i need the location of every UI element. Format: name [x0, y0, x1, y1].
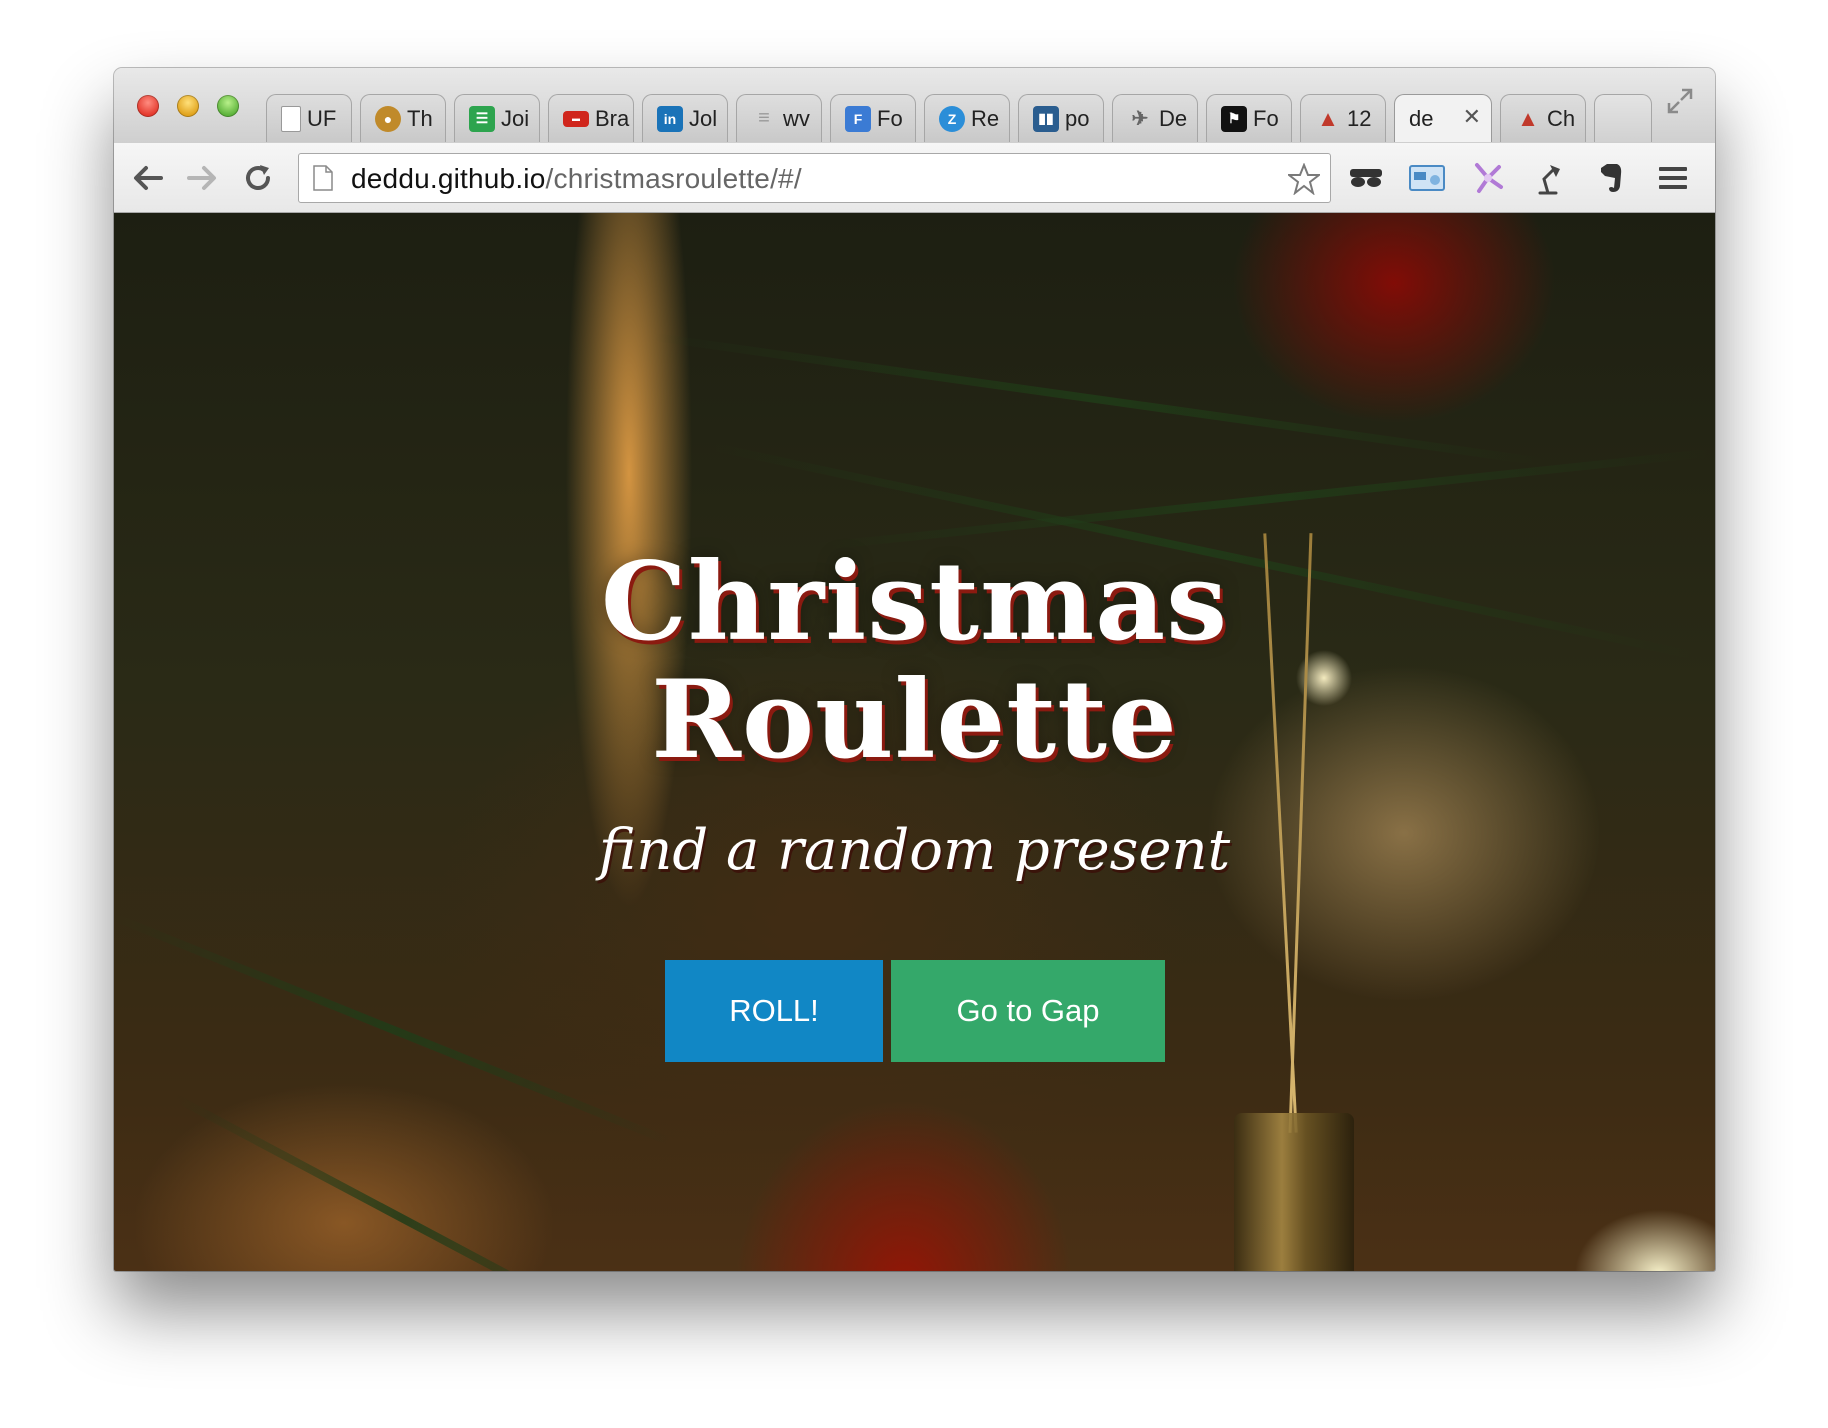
bird-icon: ✈	[1131, 108, 1149, 130]
bookmark-star-icon[interactable]	[1288, 163, 1320, 195]
flower-extension[interactable]	[1469, 160, 1507, 196]
hat-icon: ▲	[1517, 105, 1539, 131]
close-tab-icon[interactable]: ✕	[1463, 104, 1481, 130]
tab-label: po	[1065, 105, 1090, 131]
tab-10[interactable]: ⚑ Fo	[1206, 94, 1292, 142]
page-icon	[313, 165, 333, 191]
arrow-left-icon	[134, 166, 163, 190]
tab-11[interactable]: ▲ 12	[1300, 94, 1386, 142]
flower-icon	[1475, 163, 1503, 193]
back-button[interactable]	[128, 158, 168, 198]
title-line-2: Roulette	[651, 657, 1178, 783]
tab-1[interactable]: ● Th	[360, 94, 446, 142]
fullscreen-icon[interactable]	[1665, 86, 1695, 116]
tab-8[interactable]: ▮▮ po	[1018, 94, 1104, 142]
url-host: deddu.github.io	[351, 163, 546, 194]
tab-4[interactable]: in Jol	[642, 94, 728, 142]
tab-label: De	[1159, 105, 1188, 131]
arrow-right-icon	[187, 166, 216, 190]
roll-button[interactable]: ROLL!	[665, 960, 883, 1062]
url-text[interactable]: deddu.github.io/christmasroulette/#/	[351, 163, 802, 195]
brand-icon: ▬	[563, 110, 589, 127]
address-bar[interactable]: deddu.github.io/christmasroulette/#/	[298, 153, 1331, 203]
zoom-window-button[interactable]	[217, 95, 239, 117]
go-to-gap-button[interactable]: Go to Gap	[891, 960, 1165, 1062]
tab-strip: UF ● Th ☰ Joi ▬ Bra in Jol ≡ wv F Fo Z R…	[114, 68, 1715, 143]
page-viewport: Christmas Roulette find a random present…	[114, 213, 1715, 1271]
close-window-button[interactable]	[137, 95, 159, 117]
linkedin-icon: in	[657, 105, 683, 132]
screenshot-extension[interactable]	[1408, 160, 1446, 196]
evernote-extension[interactable]	[1591, 160, 1629, 196]
tab-label: Re	[971, 105, 1000, 131]
screenshot-icon	[1409, 165, 1445, 191]
minimize-window-button[interactable]	[177, 95, 199, 117]
monkey-icon: ●	[375, 105, 401, 132]
document-icon	[281, 105, 301, 132]
tab-label: UF	[307, 105, 337, 131]
flag-icon: ⚑	[1221, 105, 1247, 132]
lamp-icon	[1538, 165, 1560, 195]
reload-icon	[246, 165, 270, 190]
incognito-mask-extension[interactable]	[1347, 160, 1385, 196]
tab-13[interactable]: ▲ Ch	[1500, 94, 1586, 142]
page-title: Christmas Roulette	[114, 543, 1715, 779]
tab-label: Joi	[501, 105, 530, 131]
z-icon: Z	[939, 105, 965, 132]
tab-label: Bra	[595, 105, 630, 131]
reload-button[interactable]	[238, 158, 278, 198]
browser-window: UF ● Th ☰ Joi ▬ Bra in Jol ≡ wv F Fo Z R…	[114, 68, 1715, 1271]
tab-label: Ch	[1547, 105, 1576, 131]
tab-label: 12	[1347, 105, 1372, 131]
tab-list: UF ● Th ☰ Joi ▬ Bra in Jol ≡ wv F Fo Z R…	[266, 94, 1660, 144]
mask-icon	[1350, 169, 1382, 187]
text-icon: ≡	[758, 107, 770, 129]
tab-0[interactable]: UF	[266, 94, 352, 142]
trello-icon: ▮▮	[1033, 105, 1059, 132]
tab-active[interactable]: de ✕	[1394, 94, 1492, 142]
tab-5[interactable]: ≡ wv	[736, 94, 822, 142]
hat-icon: ▲	[1317, 105, 1339, 131]
forward-button[interactable]	[182, 158, 222, 198]
tab-label: Jol	[689, 105, 718, 131]
menu-button[interactable]	[1654, 160, 1692, 196]
elephant-icon	[1601, 164, 1622, 192]
tab-label: wv	[783, 105, 810, 131]
hero-section: Christmas Roulette find a random present…	[114, 213, 1715, 1271]
tab-label: Fo	[1253, 105, 1279, 131]
tab-9[interactable]: ✈ De	[1112, 94, 1198, 142]
tab-label: de	[1409, 105, 1434, 131]
lamp-extension[interactable]	[1530, 160, 1568, 196]
tab-3[interactable]: ▬ Bra	[548, 94, 634, 142]
tab-label: Fo	[877, 105, 903, 131]
hamburger-menu-icon	[1659, 167, 1687, 189]
url-path: /christmasroulette/#/	[545, 163, 802, 194]
toolbar: deddu.github.io/christmasroulette/#/	[114, 143, 1715, 213]
spreadsheet-icon: ☰	[469, 105, 495, 132]
tab-6[interactable]: F Fo	[830, 94, 916, 142]
tab-label: Th	[407, 105, 433, 131]
page-subtitle: find a random present	[598, 818, 1231, 883]
tab-2[interactable]: ☰ Joi	[454, 94, 540, 142]
f-icon: F	[845, 105, 871, 132]
new-tab-button[interactable]	[1594, 94, 1652, 142]
tab-7[interactable]: Z Re	[924, 94, 1010, 142]
title-line-1: Christmas	[600, 539, 1229, 665]
